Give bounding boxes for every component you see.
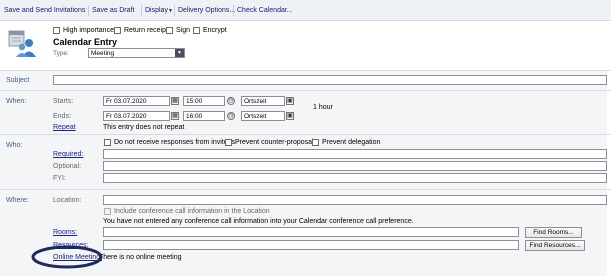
page-title: Calendar Entry	[53, 37, 118, 47]
toolbar-separator	[88, 5, 89, 16]
end-date-input[interactable]: Fr 03.07.2020	[103, 111, 170, 121]
timezone-picker-icon[interactable]: ▣	[286, 112, 294, 120]
find-rooms-button[interactable]: Find Rooms...	[525, 227, 582, 238]
calendar-picker-icon[interactable]: ▦	[171, 97, 179, 105]
chevron-down-icon: ▼	[175, 49, 184, 57]
toolbar-separator	[233, 5, 234, 16]
save-send-invitations-button[interactable]: Save and Send Invitations	[4, 7, 85, 14]
when-label: When:	[6, 98, 27, 105]
display-label: Display	[145, 7, 168, 14]
subject-input[interactable]	[53, 75, 607, 85]
required-link[interactable]: Required:	[53, 151, 83, 158]
resources-input[interactable]	[103, 240, 519, 250]
start-time-input[interactable]: 15:00	[183, 96, 225, 106]
encrypt-checkbox[interactable]	[193, 27, 200, 34]
prevent-counter-checkbox[interactable]	[225, 139, 232, 146]
conference-note-text: You have not entered any conference call…	[103, 218, 414, 225]
find-resources-button[interactable]: Find Resources...	[525, 240, 585, 251]
highlight-ellipse	[31, 245, 103, 269]
subject-label: Subject	[6, 77, 30, 84]
repeat-status-text: This entry does not repeat	[103, 124, 185, 131]
where-label: Where:	[6, 197, 29, 204]
save-as-draft-button[interactable]: Save as Draft	[92, 7, 134, 14]
include-conference-label: Include conference call information in t…	[114, 208, 270, 215]
end-timezone-input[interactable]: Ortszeit	[241, 111, 285, 121]
calendar-picker-icon[interactable]: ▦	[171, 112, 179, 120]
fyi-label: FYI:	[53, 175, 66, 182]
display-menu-button[interactable]: Display▼	[145, 7, 173, 14]
location-input[interactable]	[103, 195, 607, 205]
divider	[0, 90, 611, 91]
ends-label: Ends:	[53, 113, 71, 120]
action-toolbar: Save and Send Invitations Save as Draft …	[0, 0, 611, 21]
location-label: Location:	[53, 197, 82, 204]
optional-input[interactable]	[103, 161, 607, 171]
divider	[0, 189, 611, 190]
delivery-options-button[interactable]: Delivery Options...	[178, 7, 235, 14]
starts-label: Starts:	[53, 98, 74, 105]
sign-label: Sign	[176, 27, 191, 34]
start-date-input[interactable]: Fr 03.07.2020	[103, 96, 170, 106]
return-receipt-label: Return receipt	[124, 27, 168, 34]
divider	[0, 70, 611, 71]
rooms-link[interactable]: Rooms:	[53, 229, 77, 236]
start-timezone-input[interactable]: Ortszeit	[241, 96, 285, 106]
sign-checkbox[interactable]	[166, 27, 173, 34]
prevent-delegation-checkbox[interactable]	[312, 139, 319, 146]
no-responses-label: Do not receive responses from invitees	[114, 139, 235, 146]
end-time-input[interactable]: 16:00	[183, 111, 225, 121]
clock-icon[interactable]: ◷	[227, 112, 235, 120]
include-conference-checkbox[interactable]	[104, 208, 111, 215]
calendar-entry-icon	[8, 29, 36, 57]
high-importance-label: High importance	[63, 27, 114, 34]
online-meeting-status-text: There is no online meeting	[99, 254, 182, 261]
optional-label: Optional:	[53, 163, 82, 170]
return-receipt-checkbox[interactable]	[114, 27, 121, 34]
no-responses-checkbox[interactable]	[104, 139, 111, 146]
prevent-counter-label: Prevent counter-proposals	[235, 139, 318, 146]
type-label: Type:	[53, 50, 69, 57]
chevron-down-icon: ▼	[167, 8, 173, 14]
toolbar-separator	[174, 5, 175, 16]
repeat-link[interactable]: Repeat	[53, 124, 76, 131]
clock-icon[interactable]: ◷	[227, 97, 235, 105]
high-importance-checkbox[interactable]	[53, 27, 60, 34]
required-input[interactable]	[103, 149, 607, 159]
rooms-input[interactable]	[103, 227, 519, 237]
who-label: Who:	[6, 142, 23, 149]
fyi-input[interactable]	[103, 173, 607, 183]
check-calendar-button[interactable]: Check Calendar...	[237, 7, 293, 14]
timezone-picker-icon[interactable]: ▣	[286, 97, 294, 105]
toolbar-separator	[141, 5, 142, 16]
prevent-delegation-label: Prevent delegation	[322, 139, 381, 146]
encrypt-label: Encrypt	[203, 27, 227, 34]
type-value: Meeting	[91, 50, 115, 57]
divider	[0, 134, 611, 135]
duration-text: 1 hour	[313, 104, 333, 111]
type-select[interactable]: Meeting ▼	[88, 48, 185, 58]
